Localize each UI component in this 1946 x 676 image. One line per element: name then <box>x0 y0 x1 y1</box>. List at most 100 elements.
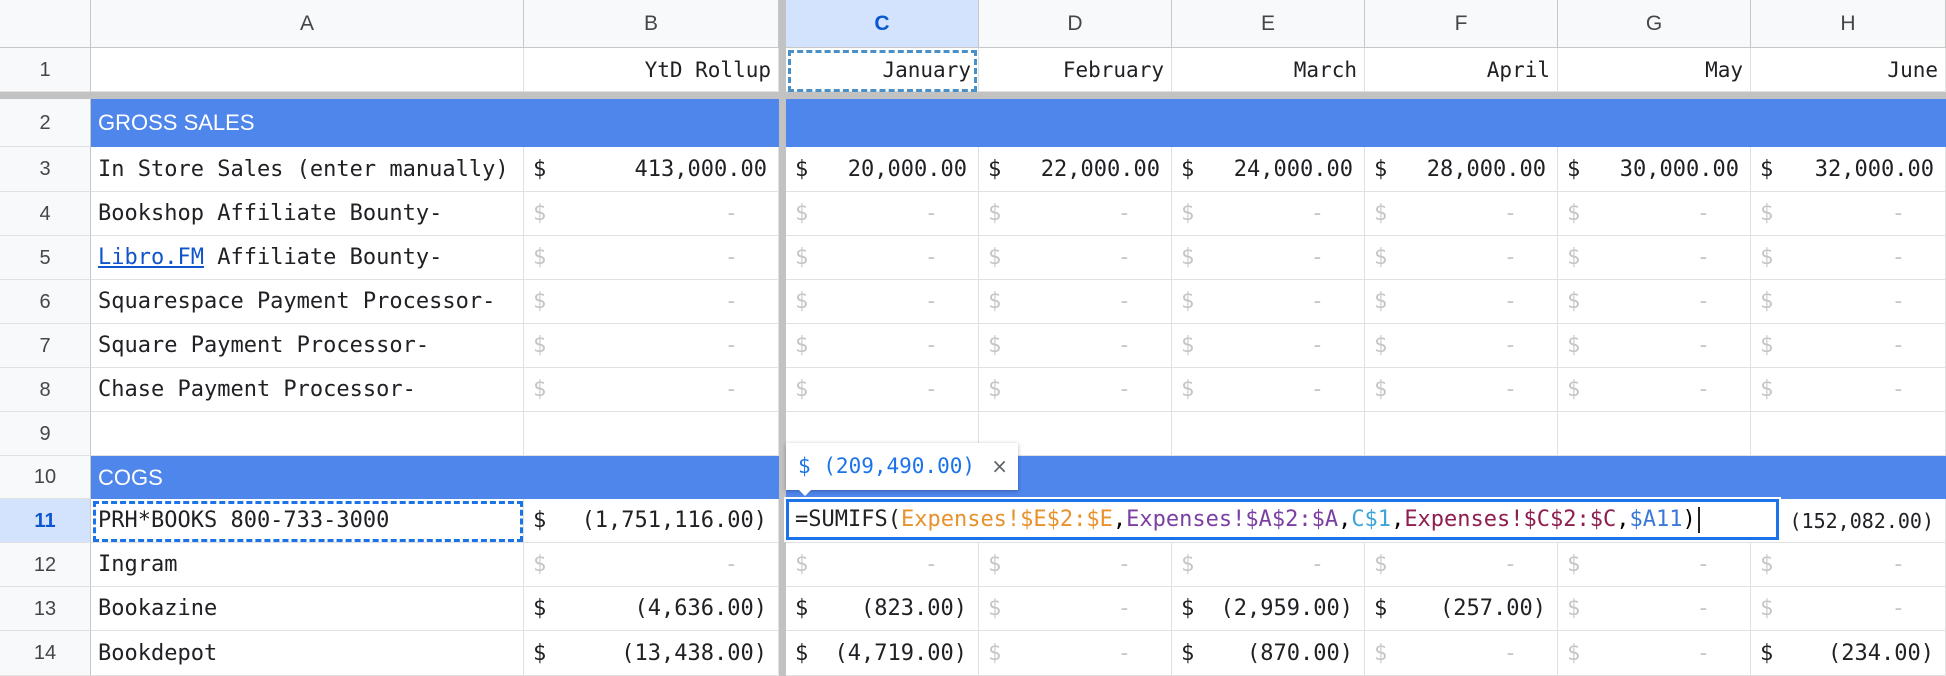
cell-d14[interactable]: $ - <box>979 631 1172 676</box>
band-cell[interactable] <box>786 99 979 147</box>
row-header-10[interactable]: 10 <box>0 456 91 499</box>
row-label[interactable]: PRH*BOOKS 800-733-3000 <box>91 499 524 543</box>
band-cell[interactable] <box>979 99 1172 147</box>
band-cell[interactable] <box>1365 99 1558 147</box>
column-header-b[interactable]: B <box>524 0 779 48</box>
cell-d7[interactable]: $ - <box>979 324 1172 368</box>
cell-g12[interactable]: $ - <box>1558 543 1751 587</box>
cell-c6[interactable]: $ - <box>786 280 979 324</box>
select-all-corner[interactable] <box>0 0 91 48</box>
cell-f4[interactable]: $ - <box>1365 192 1558 236</box>
row-header-3[interactable]: 3 <box>0 147 91 192</box>
row-label[interactable]: Ingram <box>91 543 524 587</box>
cell-g4[interactable]: $ - <box>1558 192 1751 236</box>
cell-d12[interactable]: $ - <box>979 543 1172 587</box>
cell-h1[interactable]: June <box>1751 48 1946 92</box>
band-cell[interactable] <box>1558 99 1751 147</box>
cell-h4[interactable]: $ - <box>1751 192 1946 236</box>
cell-e6[interactable]: $ - <box>1172 280 1365 324</box>
band-cell[interactable] <box>1365 456 1558 499</box>
row-header-12[interactable]: 12 <box>0 543 91 587</box>
cell-d13[interactable]: $ - <box>979 587 1172 631</box>
row-label[interactable]: Square Payment Processor- <box>91 324 524 368</box>
cell-h6[interactable]: $ - <box>1751 280 1946 324</box>
cell-h12[interactable]: $ - <box>1751 543 1946 587</box>
row-header-11[interactable]: 11 <box>0 499 91 543</box>
cell-b6[interactable]: $ - <box>524 280 779 324</box>
empty-cell[interactable] <box>1751 412 1946 456</box>
cell-b3[interactable]: $413,000.00 <box>524 147 779 192</box>
cell-c4[interactable]: $ - <box>786 192 979 236</box>
empty-cell[interactable] <box>1558 412 1751 456</box>
cell-g6[interactable]: $ - <box>1558 280 1751 324</box>
cell-c1[interactable]: January <box>786 48 979 92</box>
frozen-column-divider[interactable] <box>779 0 786 676</box>
empty-cell[interactable] <box>91 412 524 456</box>
cell-c12[interactable]: $ - <box>786 543 979 587</box>
row-header-8[interactable]: 8 <box>0 368 91 412</box>
row-label[interactable]: Bookazine <box>91 587 524 631</box>
band-cell[interactable] <box>524 99 779 147</box>
column-header-h[interactable]: H <box>1751 0 1946 48</box>
cell-e8[interactable]: $ - <box>1172 368 1365 412</box>
cell-f14[interactable]: $ - <box>1365 631 1558 676</box>
column-header-a[interactable]: A <box>91 0 524 48</box>
cell-c3[interactable]: $20,000.00 <box>786 147 979 192</box>
row-header-7[interactable]: 7 <box>0 324 91 368</box>
cell-b7[interactable]: $ - <box>524 324 779 368</box>
cell-h5[interactable]: $ - <box>1751 236 1946 280</box>
row-label[interactable]: Chase Payment Processor- <box>91 368 524 412</box>
cell-h8[interactable]: $ - <box>1751 368 1946 412</box>
row-header-4[interactable]: 4 <box>0 192 91 236</box>
cell-e14[interactable]: $ (870.00) <box>1172 631 1365 676</box>
cell-g5[interactable]: $ - <box>1558 236 1751 280</box>
cell-b13[interactable]: $ (4,636.00) <box>524 587 779 631</box>
cell-d1[interactable]: February <box>979 48 1172 92</box>
cell-b8[interactable]: $ - <box>524 368 779 412</box>
empty-cell[interactable] <box>524 412 779 456</box>
cell-f1[interactable]: April <box>1365 48 1558 92</box>
cell-b5[interactable]: $ - <box>524 236 779 280</box>
close-icon[interactable]: × <box>991 443 1008 490</box>
column-header-c[interactable]: C <box>786 0 979 48</box>
row-label[interactable]: Bookshop Affiliate Bounty- <box>91 192 524 236</box>
cell-e3[interactable]: $24,000.00 <box>1172 147 1365 192</box>
cell-d5[interactable]: $ - <box>979 236 1172 280</box>
cell-e5[interactable]: $ - <box>1172 236 1365 280</box>
cell-d4[interactable]: $ - <box>979 192 1172 236</box>
cell-c5[interactable]: $ - <box>786 236 979 280</box>
cell-c7[interactable]: $ - <box>786 324 979 368</box>
cell-h14[interactable]: $ (234.00) <box>1751 631 1946 676</box>
empty-cell[interactable] <box>1172 412 1365 456</box>
formula-editor[interactable]: =SUMIFS(Expenses!$E$2:$E,Expenses!$A$2:$… <box>784 497 1781 542</box>
row-label[interactable]: Libro.FM Affiliate Bounty- <box>91 236 524 280</box>
band-cell[interactable] <box>1558 456 1751 499</box>
cell-e7[interactable]: $ - <box>1172 324 1365 368</box>
cell-h11[interactable]: (152,082.00) <box>1751 499 1946 543</box>
cell-f12[interactable]: $ - <box>1365 543 1558 587</box>
cell-g7[interactable]: $ - <box>1558 324 1751 368</box>
gross-sales-header[interactable]: GROSS SALES <box>91 99 524 147</box>
band-cell[interactable] <box>1751 456 1946 499</box>
cell-f6[interactable]: $ - <box>1365 280 1558 324</box>
cell-e4[interactable]: $ - <box>1172 192 1365 236</box>
cell-a1[interactable] <box>91 48 524 92</box>
row-label[interactable]: In Store Sales (enter manually) <box>91 147 524 192</box>
band-cell[interactable] <box>1751 99 1946 147</box>
cell-f8[interactable]: $ - <box>1365 368 1558 412</box>
band-cell[interactable] <box>524 456 779 499</box>
band-cell[interactable] <box>1172 456 1365 499</box>
empty-cell[interactable] <box>1365 412 1558 456</box>
cell-g8[interactable]: $ - <box>1558 368 1751 412</box>
cell-d6[interactable]: $ - <box>979 280 1172 324</box>
cell-f5[interactable]: $ - <box>1365 236 1558 280</box>
cell-c13[interactable]: $ (823.00) <box>786 587 979 631</box>
cell-g3[interactable]: $30,000.00 <box>1558 147 1751 192</box>
cell-f3[interactable]: $28,000.00 <box>1365 147 1558 192</box>
cell-b11[interactable]: $ (1,751,116.00) <box>524 499 779 543</box>
cell-h13[interactable]: $ - <box>1751 587 1946 631</box>
cell-g1[interactable]: May <box>1558 48 1751 92</box>
cell-b1[interactable]: YtD Rollup <box>524 48 779 92</box>
cell-h3[interactable]: $32,000.00 <box>1751 147 1946 192</box>
cell-b14[interactable]: $ (13,438.00) <box>524 631 779 676</box>
